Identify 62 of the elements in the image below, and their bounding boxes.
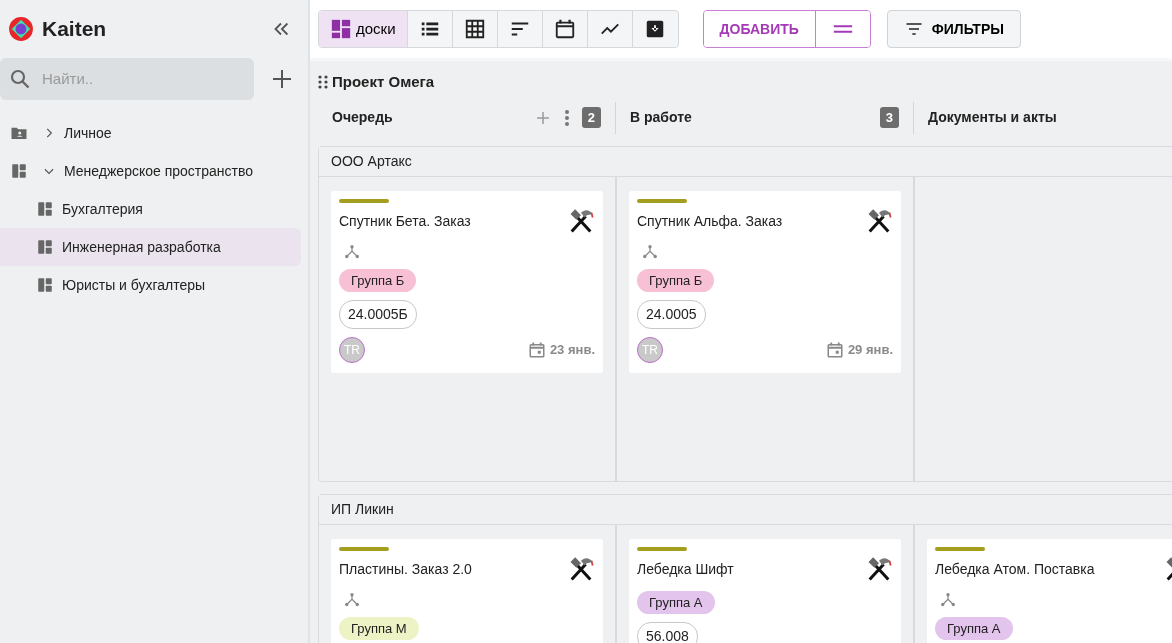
more-button[interactable] bbox=[563, 108, 570, 127]
card-title: Спутник Альфа. Заказ bbox=[637, 211, 783, 231]
calendar-icon bbox=[527, 341, 546, 359]
board-icon bbox=[36, 276, 54, 294]
card[interactable]: Лебедка Атом. Поставка Группа А bbox=[927, 538, 1172, 643]
logo-icon bbox=[8, 16, 34, 42]
accent-bar bbox=[339, 546, 389, 551]
tree-item[interactable]: Юристы и бухгалтеры bbox=[0, 266, 301, 304]
vertical-dots-icon bbox=[563, 108, 570, 127]
card-code: 24.0005 bbox=[637, 300, 706, 329]
accent-bar bbox=[339, 198, 389, 203]
card-title: Пластины. Заказ 2.0 bbox=[339, 559, 472, 579]
column-title: Документы и акты bbox=[928, 108, 1057, 127]
plus-icon bbox=[270, 67, 294, 91]
board-icon bbox=[36, 238, 54, 256]
search-icon bbox=[8, 67, 32, 91]
due-date: 23 янв. bbox=[549, 341, 595, 360]
board-icon bbox=[36, 200, 54, 218]
add-button[interactable] bbox=[270, 67, 294, 91]
board-title: Проект Омега bbox=[332, 72, 435, 92]
lane-title: ИП Ликин bbox=[331, 499, 394, 519]
drag-handle-icon bbox=[318, 74, 328, 91]
relation-icon bbox=[641, 242, 659, 261]
card-count: 3 bbox=[879, 106, 899, 129]
app-name: Kaiten bbox=[42, 16, 107, 43]
space-icon bbox=[10, 162, 28, 180]
tag: Группа М bbox=[339, 616, 419, 640]
tag: Группа А bbox=[637, 590, 715, 614]
add-button[interactable]: ДОБАВИТЬ bbox=[703, 11, 816, 47]
card-title: Спутник Бета. Заказ bbox=[339, 211, 471, 231]
tag: Группа А bbox=[935, 616, 1013, 640]
search-field[interactable]: Найти.. bbox=[0, 58, 254, 100]
tree-item[interactable]: Личное bbox=[0, 114, 301, 152]
tree-item[interactable]: Бухгалтерия bbox=[0, 190, 301, 228]
card-code: 56.008 bbox=[637, 622, 698, 643]
calendar-icon bbox=[825, 341, 844, 359]
lane-title: ООО Артакс bbox=[331, 151, 412, 171]
accent-bar bbox=[935, 546, 985, 551]
relation-icon bbox=[939, 590, 957, 609]
column-title: Очередь bbox=[332, 108, 393, 127]
view-tab[interactable]: доски bbox=[319, 11, 408, 47]
tag: Группа Б bbox=[339, 268, 417, 292]
tag: Группа Б bbox=[637, 268, 715, 292]
relation-icon bbox=[343, 590, 361, 609]
card[interactable]: Лебедка Шифт Группа А 56.008 bbox=[629, 538, 901, 643]
accent-bar bbox=[637, 198, 687, 203]
accent-bar bbox=[637, 546, 687, 551]
card-title: Лебедка Шифт bbox=[637, 559, 734, 579]
grid-icon bbox=[463, 18, 486, 40]
due-date: 29 янв. bbox=[847, 341, 893, 360]
calendar-icon bbox=[553, 18, 576, 40]
card[interactable]: Пластины. Заказ 2.0 Группа М bbox=[331, 538, 603, 643]
search-input[interactable]: Найти.. bbox=[40, 66, 220, 92]
card-code: 24.0005Б bbox=[339, 300, 417, 329]
card-count: 2 bbox=[581, 106, 601, 129]
column-title: В работе bbox=[630, 108, 692, 127]
card-title: Лебедка Атом. Поставка bbox=[935, 559, 1095, 579]
filters-button[interactable]: ФИЛЬТРЫ bbox=[886, 10, 1021, 48]
tree-item[interactable]: Менеджерское пространство bbox=[0, 152, 301, 190]
boards-icon bbox=[330, 18, 352, 40]
tree-item[interactable]: Инженерная разработка bbox=[0, 228, 301, 266]
relation-icon bbox=[343, 242, 361, 261]
